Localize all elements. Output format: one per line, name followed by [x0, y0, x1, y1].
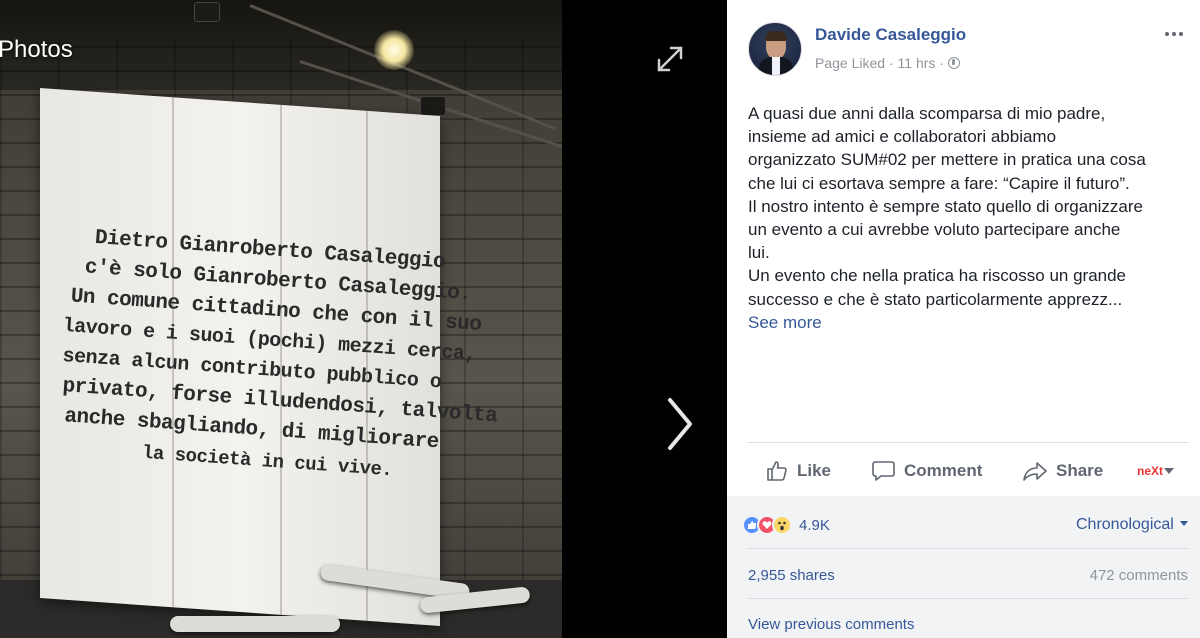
photo-quote: Dietro Gianroberto Casaleggio c'è solo G… [51, 222, 498, 488]
page-liked-status[interactable]: Page Liked [815, 55, 885, 71]
chevron-down-icon[interactable] [1164, 468, 1174, 474]
comment-button[interactable]: Comment [871, 458, 982, 484]
post-text-line: lui. [748, 243, 770, 263]
comment-sort-dropdown[interactable]: Chronological [1076, 516, 1188, 534]
photo-lamp [194, 2, 220, 22]
post-text-line: insieme ad amici e collaboratori abbiamo [748, 127, 1057, 147]
caret-down-icon [1179, 521, 1188, 526]
shares-count-link[interactable]: 2,955 shares [748, 567, 835, 584]
expand-icon [657, 46, 683, 72]
next-photo-button[interactable] [660, 392, 700, 456]
more-dots-icon [1165, 32, 1169, 36]
more-options-button[interactable] [1165, 26, 1189, 42]
post-text-line: che lui ci esortava sempre a fare: “Capi… [748, 173, 1130, 193]
divider [747, 442, 1189, 443]
post-text-line: successo e che è stato particolarmente a… [748, 289, 1123, 309]
photo[interactable]: Dietro Gianroberto Casaleggio c'è solo G… [0, 0, 562, 638]
share-arrow-icon [1023, 462, 1047, 481]
post-text-line: Un evento che nella pratica ha riscosso … [748, 266, 1127, 286]
photo-spotlight [374, 30, 414, 70]
wow-reaction-icon [772, 515, 792, 535]
post-text-line: A quasi due anni dalla scomparsa di mio … [748, 104, 1106, 123]
view-previous-comments-link[interactable]: View previous comments [748, 616, 914, 633]
viewer-title: Photos [0, 36, 73, 63]
post-text-line: organizzato SUM#02 per mettere in pratic… [748, 150, 1146, 170]
reactions-count: 4.9K [799, 516, 830, 534]
meta-separator: · [888, 55, 894, 71]
divider [747, 598, 1189, 599]
meta-separator: · [939, 55, 944, 71]
photo-paper-roll [170, 616, 340, 632]
globe-icon [947, 57, 960, 69]
post-timestamp[interactable]: 11 hrs [898, 55, 936, 71]
post-text-line: un evento a cui avrebbe voluto partecipa… [748, 220, 1121, 240]
reactions-summary[interactable]: 4.9K [742, 514, 830, 536]
comment-bubble-icon [872, 461, 895, 481]
post-meta: Page Liked · 11 hrs · [815, 55, 960, 71]
see-more-link[interactable]: See more [748, 313, 822, 333]
post-footer: 4.9K Chronological 2,955 shares 472 comm… [727, 496, 1200, 638]
share-button[interactable]: Share [1022, 458, 1103, 484]
share-label: Share [1056, 461, 1104, 480]
chevron-right-icon [668, 398, 692, 450]
post-text-line: Il nostro intento è sempre stato quello … [748, 196, 1144, 216]
divider [747, 548, 1189, 549]
post-panel: Davide Casaleggio Page Liked · 11 hrs · … [727, 0, 1200, 638]
comment-label: Comment [904, 461, 983, 480]
post-text: A quasi due anni dalla scomparsa di mio … [748, 102, 1193, 311]
photo-viewer: Dietro Gianroberto Casaleggio c'è solo G… [0, 0, 727, 638]
photo-lamp [420, 96, 446, 116]
comments-count-link[interactable]: 472 comments [1090, 567, 1188, 584]
like-button[interactable]: Like [765, 458, 831, 484]
avatar[interactable] [748, 22, 802, 76]
next-logo[interactable]: neXt [1137, 464, 1163, 478]
like-label: Like [797, 461, 832, 480]
expand-fullscreen-button[interactable] [655, 44, 685, 74]
post-author[interactable]: Davide Casaleggio [815, 25, 966, 45]
comment-sort-label: Chronological [1076, 516, 1174, 533]
thumbs-up-icon [767, 461, 787, 481]
